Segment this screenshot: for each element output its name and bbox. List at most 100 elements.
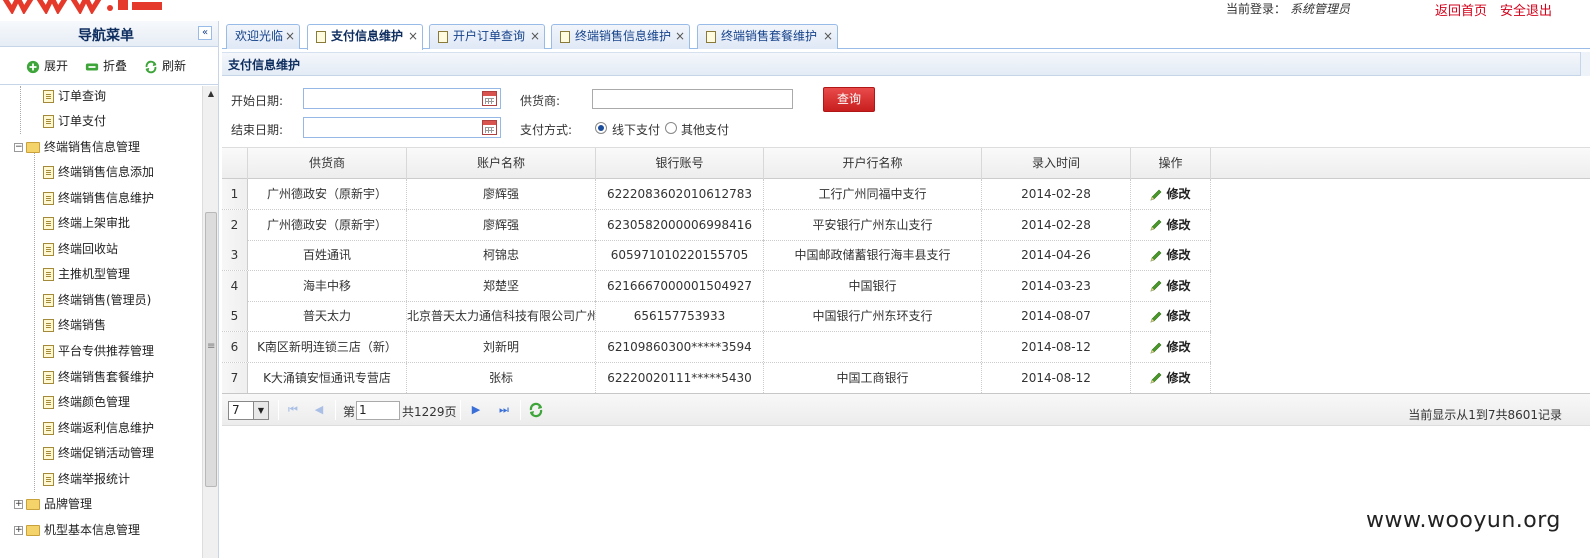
first-page-icon[interactable]: ⏮ <box>285 402 301 418</box>
radio-offline-payment[interactable] <box>595 122 607 134</box>
header-account-name[interactable]: 账户名称 <box>407 148 596 179</box>
tree-item-terminal-color[interactable]: 终端颜色管理 <box>43 393 130 415</box>
chevron-down-icon[interactable]: ▼ <box>253 402 268 419</box>
next-page-icon[interactable]: ▶ <box>468 402 484 418</box>
collapse-button[interactable]: 折叠 <box>84 57 127 74</box>
tree-item-terminal-sales[interactable]: 终端销售 <box>43 316 106 338</box>
refresh-icon[interactable] <box>528 402 544 418</box>
page-number-input[interactable]: 1 <box>356 401 400 420</box>
nav-header: 导航菜单 « <box>0 21 218 47</box>
calendar-icon[interactable] <box>482 91 497 106</box>
edit-link[interactable]: 修改 <box>1150 210 1191 240</box>
close-icon[interactable]: × <box>285 25 295 48</box>
collapse-nav-button[interactable]: « <box>198 26 212 40</box>
table-row[interactable]: 5 普天太力 北京普天太力通信科技有限公司广州 656157753933 中国银行广州东… <box>222 301 1211 333</box>
folder-open-icon <box>26 142 40 153</box>
radio-other-payment[interactable] <box>665 122 677 134</box>
table-row[interactable]: 7 K大涌镇安恒通讯专营店 张标 62220020111*****5430 中国工商银行… <box>222 362 1211 394</box>
edit-link[interactable]: 修改 <box>1150 179 1191 209</box>
cell-action: 修改 <box>1131 240 1211 271</box>
header-bank-account[interactable]: 银行账号 <box>596 148 764 179</box>
site-logo <box>2 0 162 14</box>
tree-item-order-payment[interactable]: 订单支付 <box>43 112 106 134</box>
tree-item-terminal-sales-add[interactable]: 终端销售信息添加 <box>43 163 154 185</box>
tree-item-label: 品牌管理 <box>44 497 93 511</box>
prev-page-icon[interactable]: ◀ <box>311 402 327 418</box>
tree-item-terminal-report-stats[interactable]: 终端举报统计 <box>43 470 130 492</box>
tree-item-featured-model-mgmt[interactable]: 主推机型管理 <box>43 265 130 287</box>
expand-toggle-icon[interactable]: + <box>14 526 23 535</box>
edit-link[interactable]: 修改 <box>1150 363 1191 393</box>
close-icon[interactable]: × <box>408 25 418 48</box>
tab-terminal-sales-maintain[interactable]: 终端销售信息维护 × <box>551 24 690 49</box>
close-icon[interactable]: × <box>675 25 685 48</box>
offline-payment-label[interactable]: 线下支付 <box>612 121 660 138</box>
file-icon <box>43 268 54 281</box>
tree-line <box>34 152 35 492</box>
edit-link[interactable]: 修改 <box>1150 301 1191 331</box>
file-icon <box>43 447 54 460</box>
tree-item-label: 终端回收站 <box>58 242 119 256</box>
edit-label: 修改 <box>1166 217 1191 232</box>
header-entry-time[interactable]: 录入时间 <box>982 148 1131 179</box>
end-date-input[interactable] <box>303 117 501 138</box>
cell-account-name: 刘新明 <box>407 332 596 362</box>
tab-welcome[interactable]: 欢迎光临 × <box>226 24 300 49</box>
home-link[interactable]: 返回首页 <box>1435 0 1487 19</box>
collapse-toggle-icon[interactable]: − <box>14 143 23 152</box>
tab-payment-info[interactable]: 支付信息维护 × <box>307 24 423 50</box>
tab-bar: 欢迎光临 × 支付信息维护 × 开户订单查询 × 终端销售信息维护 × 终端销售套餐维护… <box>222 21 1590 50</box>
page-size-select[interactable]: 7 ▼ <box>228 401 269 420</box>
pager-divider <box>335 400 336 420</box>
table-row[interactable]: 2 广州德政安（原新宇） 廖辉强 6230582000006998416 平安银行广州东… <box>222 209 1211 241</box>
nav-scrollbar[interactable]: ▲ <box>202 86 218 558</box>
cell-rownum: 4 <box>222 270 248 301</box>
scroll-thumb[interactable] <box>205 212 217 487</box>
edit-link[interactable]: 修改 <box>1150 240 1191 270</box>
tab-sales-package-maintain[interactable]: 终端销售套餐维护 × <box>697 24 838 49</box>
pencil-icon <box>1151 372 1162 384</box>
tree-item-model-info-mgmt[interactable]: + 机型基本信息管理 <box>14 521 140 543</box>
file-icon <box>43 422 54 435</box>
tree-item-label: 终端销售信息维护 <box>58 191 155 205</box>
tree-item-terminal-promotion[interactable]: 终端促销活动管理 <box>43 444 154 466</box>
edit-link[interactable]: 修改 <box>1150 271 1191 301</box>
tree-item-order-query[interactable]: 订单查询 <box>43 87 106 109</box>
tree-item-terminal-sales-maintain[interactable]: 终端销售信息维护 <box>43 189 154 211</box>
expand-button[interactable]: 展开 <box>25 57 68 74</box>
tree-item-sales-package[interactable]: 终端销售套餐维护 <box>43 368 154 390</box>
tree-item-terminal-sales-admin[interactable]: 终端销售(管理员) <box>43 291 151 313</box>
tree-item-terminal-rebate[interactable]: 终端返利信息维护 <box>43 419 154 441</box>
tree-item-terminal-shelf-approval[interactable]: 终端上架审批 <box>43 214 130 236</box>
top-header: 当前登录： 系统管理员 返回首页 安全退出 <box>0 0 1590 19</box>
scroll-up-arrow-icon[interactable]: ▲ <box>203 86 219 102</box>
other-payment-label[interactable]: 其他支付 <box>681 121 729 138</box>
header-supplier[interactable]: 供货商 <box>248 148 407 179</box>
table-row[interactable]: 4 海丰中移 郑楚坚 6216667000001504927 中国银行 2014-03-2… <box>222 270 1211 302</box>
tree-item-brand-mgmt[interactable]: + 品牌管理 <box>14 495 92 517</box>
panel-edge <box>1580 52 1590 76</box>
tree-item-terminal-recycle-bin[interactable]: 终端回收站 <box>43 240 118 262</box>
tab-account-order-query[interactable]: 开户订单查询 × <box>429 24 545 49</box>
edit-link[interactable]: 修改 <box>1150 332 1191 362</box>
start-date-input[interactable] <box>303 88 501 109</box>
calendar-icon[interactable] <box>482 120 497 135</box>
close-icon[interactable]: × <box>823 25 833 48</box>
tree-item-label: 终端销售 <box>58 318 107 332</box>
refresh-button[interactable]: 刷新 <box>143 57 186 74</box>
table-row[interactable]: 3 百姓通讯 柯锦忠 605971010220155705 中国邮政储蓄银行海丰县支行 2… <box>222 240 1211 272</box>
header-bank-name[interactable]: 开户行名称 <box>764 148 982 179</box>
tree-item-label: 终端促销活动管理 <box>58 446 155 460</box>
tree-item-platform-recommend[interactable]: 平台专供推荐管理 <box>43 342 154 364</box>
close-icon[interactable]: × <box>530 25 540 48</box>
last-page-icon[interactable]: ⏭ <box>496 402 512 418</box>
cell-account-name: 张标 <box>407 362 596 393</box>
query-button[interactable]: 查询 <box>823 87 875 112</box>
logout-link[interactable]: 安全退出 <box>1500 0 1552 19</box>
table-row[interactable]: 1 广州德政安（原新宇） 廖辉强 6222083602010612783 工行广州同福中… <box>222 179 1211 210</box>
cell-bank-account: 6230582000006998416 <box>596 209 764 240</box>
tree-item-terminal-sales-mgmt[interactable]: − 终端销售信息管理 <box>14 138 140 160</box>
expand-toggle-icon[interactable]: + <box>14 500 23 509</box>
supplier-input[interactable] <box>592 89 793 109</box>
table-row[interactable]: 6 K南区新明连锁三店（新） 刘新明 62109860300*****3594 2014… <box>222 332 1211 363</box>
